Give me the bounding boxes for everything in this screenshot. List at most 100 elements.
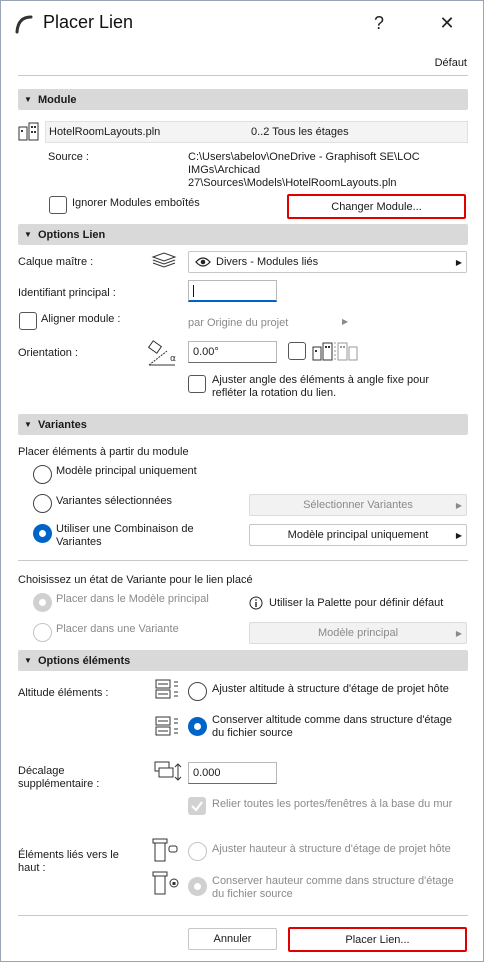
section-variants-header[interactable]: ▼ Variantes bbox=[18, 414, 468, 435]
orientation-angle-icon: α bbox=[145, 339, 181, 367]
collapse-triangle-icon: ▼ bbox=[24, 95, 32, 104]
main-id-label: Identifiant principal : bbox=[18, 287, 116, 299]
offset-input[interactable]: 0.000 bbox=[188, 762, 277, 784]
close-button[interactable]: ✕ bbox=[429, 9, 465, 37]
master-layer-label: Calque maître : bbox=[18, 256, 94, 268]
ignore-nested-label: Ignorer Modules emboîtés bbox=[72, 197, 200, 209]
master-layer-dropdown[interactable]: Divers - Modules liés ▶ bbox=[188, 251, 467, 273]
option-combination-label-2: Variantes bbox=[56, 536, 102, 548]
radio-altitude-adjust[interactable] bbox=[188, 682, 207, 701]
eye-icon bbox=[195, 256, 211, 268]
source-label: Source : bbox=[48, 151, 89, 163]
altitude-label: Altitude éléments : bbox=[18, 687, 109, 699]
section-module-title: Module bbox=[38, 93, 77, 106]
place-link-button[interactable]: Placer Lien... bbox=[288, 927, 467, 952]
state-variant-value: Modèle principal bbox=[317, 627, 399, 639]
option-main-only-label: Modèle principal uniquement bbox=[56, 465, 197, 477]
option-selected-label: Variantes sélectionnées bbox=[56, 495, 172, 507]
linked-top-label-1: Éléments liés vers le bbox=[18, 849, 119, 861]
adjust-angle-label-1: Ajuster angle des éléments à angle fixe … bbox=[212, 374, 430, 386]
height-adjust-label: Ajuster hauteur à structure d'étage de p… bbox=[212, 843, 451, 855]
state-variant-label: Placer dans une Variante bbox=[56, 623, 179, 635]
radio-altitude-keep[interactable] bbox=[188, 717, 207, 736]
offset-label-2: supplémentaire : bbox=[18, 778, 100, 790]
radio-state-main-model[interactable] bbox=[33, 593, 52, 612]
align-module-checkbox[interactable] bbox=[19, 312, 37, 330]
altitude-keep-label-2: du fichier source bbox=[212, 727, 293, 739]
height-lock-icon bbox=[151, 870, 181, 896]
state-main-model-label: Placer dans le Modèle principal bbox=[56, 593, 209, 605]
text-cursor bbox=[193, 285, 194, 297]
cancel-button[interactable]: Annuler bbox=[188, 928, 277, 950]
info-icon bbox=[249, 596, 263, 610]
change-module-button[interactable]: Changer Module... bbox=[287, 194, 466, 219]
height-keep-label-1: Conserver hauteur comme dans structure d… bbox=[212, 875, 454, 887]
align-module-value[interactable]: par Origine du projet bbox=[188, 317, 288, 329]
radio-combination[interactable] bbox=[33, 524, 52, 543]
offset-icon bbox=[153, 759, 183, 783]
select-variants-button[interactable]: Sélectionner Variantes ▶ bbox=[249, 494, 467, 516]
layers-icon bbox=[151, 251, 177, 269]
placer-lien-dialog: Placer Lien ? ✕ Défaut ▼ Module HotelRoo… bbox=[0, 0, 484, 962]
align-module-label: Aligner module : bbox=[41, 313, 121, 325]
radio-state-variant[interactable] bbox=[33, 623, 52, 642]
title-bar: Placer Lien ? ✕ bbox=[1, 1, 483, 45]
section-element-options-header[interactable]: ▼ Options éléments bbox=[18, 650, 468, 671]
chevron-right-icon: ▶ bbox=[342, 317, 349, 326]
height-keep-label-2: du fichier source bbox=[212, 888, 293, 900]
source-path-1: C:\Users\abelov\OneDrive - Graphisoft SE… bbox=[188, 151, 420, 163]
building-pair-icon bbox=[311, 341, 359, 361]
radio-selected-variants[interactable] bbox=[33, 494, 52, 513]
altitude-keep-label-1: Conserver altitude comme dans structure … bbox=[212, 714, 452, 726]
select-variants-label: Sélectionner Variantes bbox=[303, 499, 413, 511]
chevron-right-icon: ▶ bbox=[455, 258, 462, 267]
radio-height-keep[interactable] bbox=[188, 877, 207, 896]
radio-height-adjust[interactable] bbox=[188, 842, 207, 861]
choose-state-label: Choisissez un état de Variante pour le l… bbox=[18, 574, 253, 586]
combination-value: Modèle principal uniquement bbox=[287, 529, 429, 541]
altitude-adjust-label: Ajuster altitude à structure d'étage de … bbox=[212, 683, 449, 695]
master-layer-value: Divers - Modules liés bbox=[216, 256, 319, 268]
default-label[interactable]: Défaut bbox=[435, 57, 467, 69]
section-element-options-title: Options éléments bbox=[38, 654, 131, 667]
window-title: Placer Lien bbox=[43, 12, 134, 32]
option-combination-label-1: Utiliser une Combinaison de bbox=[56, 523, 194, 535]
adjust-angle-checkbox[interactable] bbox=[188, 375, 206, 393]
building-levels-icon bbox=[18, 121, 40, 141]
collapse-triangle-icon: ▼ bbox=[24, 420, 32, 429]
orientation-label: Orientation : bbox=[18, 347, 78, 359]
section-module-header[interactable]: ▼ Module bbox=[18, 89, 468, 110]
collapse-triangle-icon: ▼ bbox=[24, 230, 32, 239]
section-link-options-title: Options Lien bbox=[38, 228, 106, 241]
source-path-3: 27\Sources\Models\HotelRoomLayouts.pln bbox=[188, 177, 397, 189]
help-button[interactable]: ? bbox=[361, 9, 397, 37]
module-file-levels: 0..2 Tous les étages bbox=[251, 126, 349, 138]
chevron-right-icon: ▶ bbox=[455, 629, 462, 638]
adjust-angle-label-2: refléter la rotation du lien. bbox=[212, 387, 337, 399]
radio-main-only[interactable] bbox=[33, 465, 52, 484]
combination-dropdown[interactable]: Modèle principal uniquement ▶ bbox=[249, 524, 467, 546]
chevron-right-icon: ▶ bbox=[455, 501, 462, 510]
relink-doors-checkbox[interactable] bbox=[188, 797, 206, 815]
state-variant-dropdown[interactable]: Modèle principal ▶ bbox=[249, 622, 467, 644]
mirror-checkbox[interactable] bbox=[288, 342, 306, 360]
module-file-name: HotelRoomLayouts.pln bbox=[49, 126, 161, 138]
orientation-input[interactable]: 0.00° bbox=[188, 341, 277, 363]
section-variants-title: Variantes bbox=[38, 418, 87, 431]
elevation-icon bbox=[153, 715, 181, 737]
elevation-icon bbox=[153, 678, 181, 700]
linked-top-label-2: haut : bbox=[18, 862, 46, 874]
chevron-right-icon: ▶ bbox=[455, 531, 462, 540]
ignore-nested-checkbox[interactable] bbox=[49, 196, 67, 214]
source-path-2: IMGs\Archicad bbox=[188, 164, 261, 176]
offset-label-1: Décalage bbox=[18, 765, 65, 777]
collapse-triangle-icon: ▼ bbox=[24, 656, 32, 665]
svg-text:α: α bbox=[170, 354, 176, 364]
palette-info-label: Utiliser la Palette pour définir défaut bbox=[269, 597, 444, 609]
section-link-options-header[interactable]: ▼ Options Lien bbox=[18, 224, 468, 245]
main-id-input[interactable] bbox=[188, 280, 277, 302]
relink-doors-label: Relier toutes les portes/fenêtres à la b… bbox=[212, 798, 453, 810]
place-from-label: Placer éléments à partir du module bbox=[18, 446, 189, 458]
app-arc-icon bbox=[14, 13, 36, 35]
wall-link-icon bbox=[151, 837, 181, 863]
